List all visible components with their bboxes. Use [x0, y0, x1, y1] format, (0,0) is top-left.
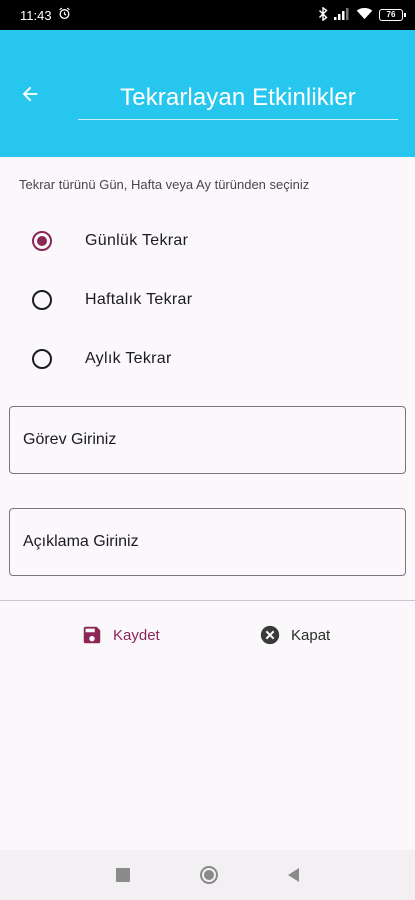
close-button[interactable]: Kapat [259, 620, 330, 650]
signal-icon [334, 7, 350, 23]
save-button-label: Kaydet [113, 626, 160, 644]
radio-label-weekly: Haftalık Tekrar [85, 291, 193, 308]
task-input-placeholder: Görev Giriniz [23, 431, 117, 448]
page-title: Tekrarlayan Etkinlikler [120, 84, 356, 111]
alarm-icon [58, 7, 71, 23]
app-bar: Tekrarlayan Etkinlikler [0, 30, 415, 157]
radio-option-weekly[interactable]: Haftalık Tekrar [20, 276, 400, 324]
repeat-type-hint: Tekrar türünü Gün, Hafta veya Ay türünde… [19, 177, 310, 192]
title-field: Tekrarlayan Etkinlikler [78, 75, 398, 120]
home-icon[interactable] [200, 866, 218, 884]
status-bar: 11:43 76 [0, 0, 415, 30]
back-triangle-icon[interactable] [288, 868, 299, 882]
radio-option-monthly[interactable]: Aylık Tekrar [20, 335, 400, 383]
status-time: 11:43 [20, 7, 52, 23]
battery-icon: 76 [379, 9, 406, 21]
task-input[interactable]: Görev Giriniz [9, 406, 406, 474]
divider [0, 600, 415, 601]
recent-apps-icon[interactable] [116, 868, 130, 882]
radio-button[interactable] [32, 290, 52, 310]
back-button[interactable] [14, 78, 46, 110]
save-button[interactable]: Kaydet [81, 620, 160, 650]
radio-button-selected[interactable] [32, 231, 52, 251]
close-circle-icon [260, 625, 280, 645]
close-button-label: Kapat [291, 626, 331, 644]
radio-dot [37, 236, 47, 246]
wifi-icon [356, 7, 373, 23]
bluetooth-icon [318, 5, 328, 24]
arrow-left-icon [22, 86, 38, 102]
radio-label-daily: Günlük Tekrar [85, 232, 189, 249]
description-input[interactable]: Açıklama Giriniz [9, 508, 406, 576]
radio-button[interactable] [32, 349, 52, 369]
radio-label-monthly: Aylık Tekrar [85, 350, 172, 367]
description-input-placeholder: Açıklama Giriniz [23, 533, 139, 550]
radio-option-daily[interactable]: Günlük Tekrar [20, 217, 400, 265]
save-icon [83, 626, 101, 644]
system-nav-bar [0, 850, 415, 900]
